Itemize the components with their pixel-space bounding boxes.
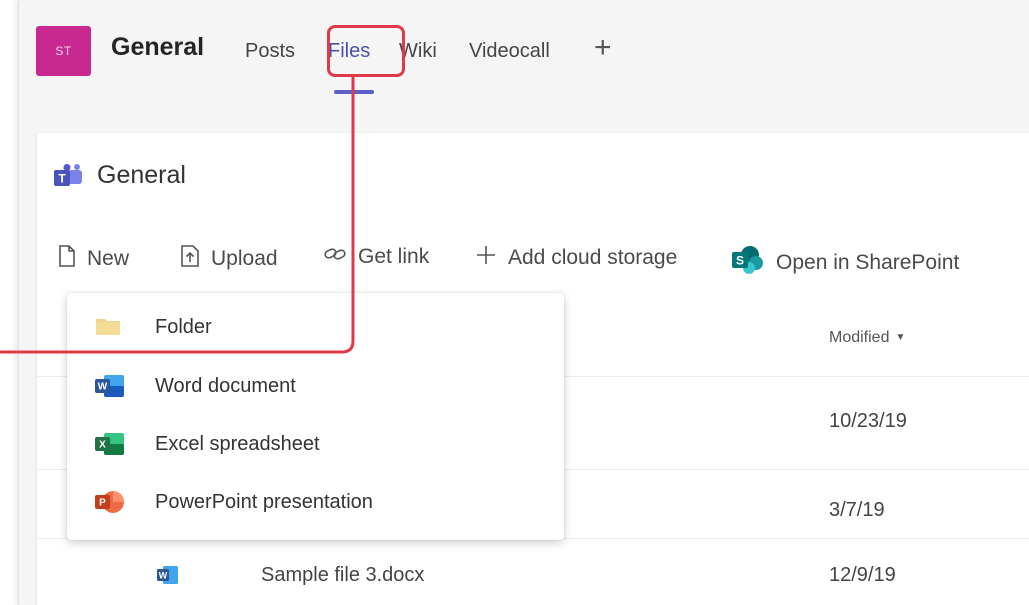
row-3-name[interactable]: Sample file 3.docx [261, 564, 424, 587]
new-button-label: New [87, 247, 130, 270]
row-2-modified: 3/7/19 [829, 499, 885, 521]
word-icon: W [95, 374, 125, 403]
sharepoint-icon: S [730, 245, 764, 281]
channel-title: General [111, 33, 205, 61]
add-cloud-storage-label: Add cloud storage [508, 246, 678, 269]
menu-item-folder-label: Folder [155, 316, 212, 338]
menu-item-powerpoint-label: PowerPoint presentation [155, 491, 373, 513]
row-3-modified: 12/9/19 [829, 564, 896, 586]
upload-button-label: Upload [211, 247, 278, 270]
new-dropdown-menu: Folder W Word document X Excel spreadshe… [67, 293, 564, 540]
upload-icon [181, 245, 199, 273]
svg-text:T: T [58, 172, 66, 186]
svg-text:X: X [99, 440, 106, 451]
svg-text:W: W [98, 382, 108, 393]
teams-window: ST General Posts Files Wiki Videocall + … [18, 0, 1029, 605]
new-file-icon [59, 245, 75, 273]
files-tab-callout-box [327, 25, 405, 77]
upload-button[interactable]: Upload [181, 245, 278, 273]
link-icon [324, 245, 346, 269]
row-1-modified: 10/23/19 [829, 410, 907, 432]
plus-icon [476, 245, 496, 271]
new-button[interactable]: New [59, 245, 129, 273]
column-header-modified[interactable]: Modified ▼ [829, 329, 905, 347]
team-avatar[interactable]: ST [36, 26, 91, 76]
tab-posts[interactable]: Posts [245, 40, 295, 63]
add-cloud-storage-button[interactable]: Add cloud storage [476, 245, 677, 271]
menu-item-powerpoint-presentation[interactable]: P PowerPoint presentation [67, 476, 564, 532]
powerpoint-icon: P [95, 490, 125, 519]
menu-item-word-label: Word document [155, 375, 296, 397]
svg-text:P: P [99, 498, 106, 509]
excel-icon: X [95, 432, 125, 461]
open-in-sharepoint-label: Open in SharePoint [776, 251, 960, 274]
add-tab-button[interactable]: + [594, 31, 612, 65]
word-file-icon: W [157, 565, 179, 590]
teams-logo-icon: T [54, 164, 84, 193]
menu-item-folder[interactable]: Folder [67, 301, 564, 357]
open-in-sharepoint-button[interactable]: S Open in SharePoint [730, 245, 959, 281]
menu-item-excel-spreadsheet[interactable]: X Excel spreadsheet [67, 418, 564, 474]
channel-header: ST General Posts Files Wiki Videocall + [19, 0, 1029, 100]
sort-caret-icon: ▼ [895, 332, 906, 343]
svg-text:S: S [736, 254, 744, 268]
active-tab-indicator [334, 90, 374, 94]
tab-videocall[interactable]: Videocall [469, 40, 550, 63]
panel-title: General [97, 161, 186, 189]
get-link-button-label: Get link [358, 245, 430, 268]
get-link-button[interactable]: Get link [324, 245, 429, 269]
menu-item-word-document[interactable]: W Word document [67, 360, 564, 416]
menu-item-excel-label: Excel spreadsheet [155, 433, 320, 455]
folder-icon [95, 315, 121, 342]
svg-text:W: W [159, 571, 168, 581]
